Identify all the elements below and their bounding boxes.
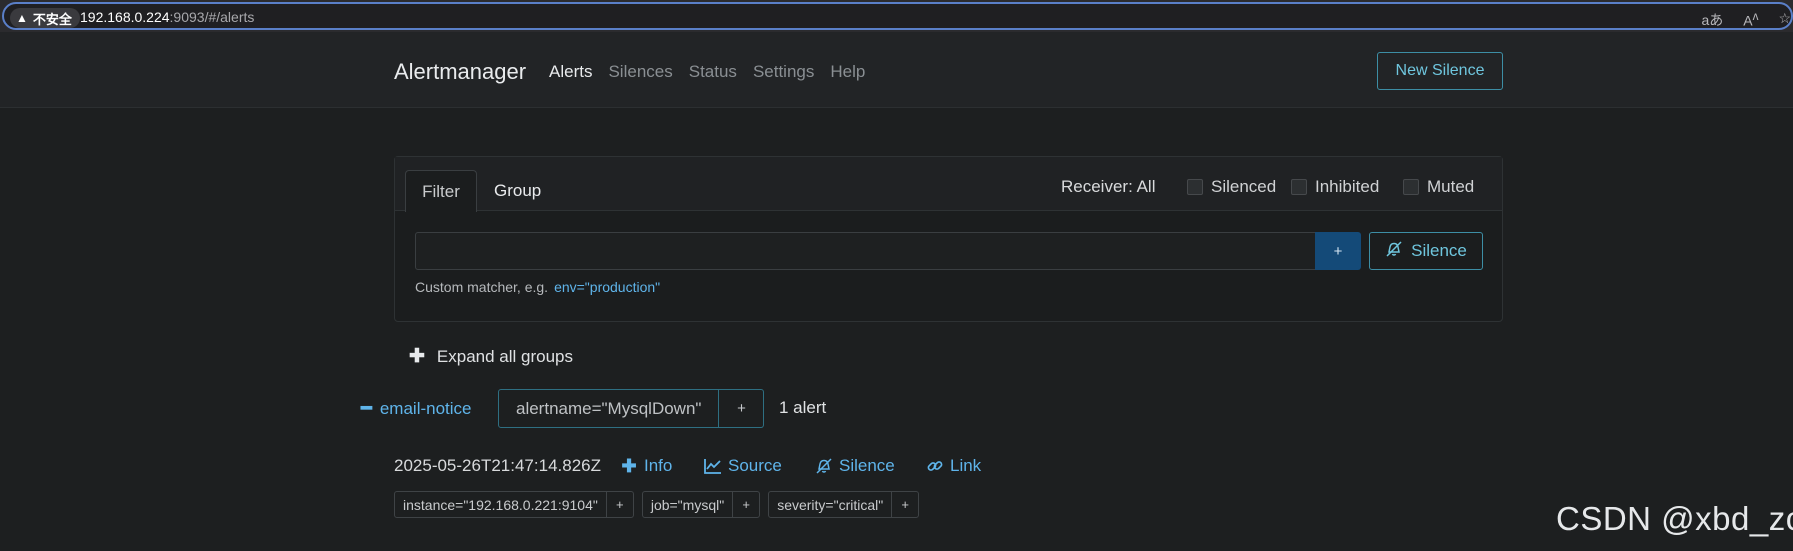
silenced-label: Silenced — [1211, 177, 1277, 196]
label-add-button[interactable]: + — [892, 492, 918, 517]
expand-all-groups[interactable]: ✚ Expand all groups — [409, 345, 573, 368]
bell-slash-icon — [1385, 240, 1403, 263]
nav-links: Alerts Silences Status Settings Help — [549, 62, 865, 82]
alert-silence-label: Silence — [839, 456, 895, 475]
hint-prefix: Custom matcher, e.g. — [415, 279, 549, 295]
alert-count: 1 alert — [779, 398, 827, 417]
receiver-selector[interactable]: Receiver: All — [1061, 177, 1155, 197]
alert-labels: instance="192.168.0.221:9104" + job="mys… — [394, 491, 920, 518]
matcher-hint: Custom matcher, e.g. env="production" — [415, 279, 660, 295]
warning-icon: ▲ — [16, 11, 28, 25]
plus-icon: ✚ — [621, 455, 637, 476]
checkbox-box[interactable] — [1291, 179, 1307, 195]
link-button[interactable]: Link — [926, 456, 981, 476]
chart-line-icon — [704, 457, 722, 475]
nav-alerts[interactable]: Alerts — [549, 62, 592, 82]
group-label-text[interactable]: alertname="MysqlDown" — [499, 390, 720, 427]
silence-button-label: Silence — [1411, 241, 1467, 260]
alert-silence-button[interactable]: Silence — [815, 456, 895, 476]
nav-settings[interactable]: Settings — [753, 62, 814, 82]
plus-icon: ✚ — [409, 346, 425, 367]
info-button[interactable]: ✚ Info — [620, 456, 672, 476]
link-icon — [926, 457, 944, 475]
expand-all-label: Expand all groups — [436, 346, 574, 366]
minus-icon: ━ — [361, 398, 372, 418]
url-path: :9093/#/alerts — [169, 9, 255, 25]
browser-address-bar: ▲ 不安全 192.168.0.224:9093/#/alerts aあ Aʌ … — [0, 0, 1793, 32]
silenced-checkbox[interactable]: Silenced — [1187, 177, 1276, 197]
url-host: 192.168.0.224 — [80, 9, 170, 25]
address-field[interactable]: ▲ 不安全 192.168.0.224:9093/#/alerts aあ Aʌ … — [2, 2, 1793, 30]
url-text[interactable]: 192.168.0.224:9093/#/alerts — [80, 9, 254, 25]
nav-status[interactable]: Status — [689, 62, 737, 82]
group-label-add-button[interactable]: + — [719, 390, 763, 427]
filter-card-header: Filter Group Receiver: All Silenced Inhi… — [395, 157, 1502, 212]
label-text[interactable]: instance="192.168.0.221:9104" — [395, 492, 607, 517]
inhibited-label: Inhibited — [1315, 177, 1380, 196]
source-label: Source — [728, 456, 782, 475]
add-matcher-button[interactable]: + — [1315, 232, 1361, 270]
info-label: Info — [644, 456, 673, 475]
nav-help[interactable]: Help — [830, 62, 865, 82]
checkbox-box[interactable] — [1187, 179, 1203, 195]
label-text[interactable]: severity="critical" — [769, 492, 893, 517]
insecure-label: 不安全 — [32, 11, 72, 27]
label-chip-severity: severity="critical" + — [768, 491, 920, 518]
bell-slash-icon — [815, 457, 833, 475]
label-text[interactable]: job="mysql" — [643, 492, 734, 517]
brand-title[interactable]: Alertmanager — [394, 59, 526, 85]
label-chip-instance: instance="192.168.0.221:9104" + — [394, 491, 634, 518]
alert-start-time: 2025-05-26T21:47:14.826Z — [394, 456, 601, 475]
muted-label: Muted — [1427, 177, 1475, 196]
text-size-icon[interactable]: Aʌ — [1743, 10, 1758, 30]
matcher-input[interactable] — [415, 232, 1321, 270]
silence-button[interactable]: Silence — [1369, 232, 1483, 270]
top-navbar: Alertmanager Alerts Silences Status Sett… — [0, 32, 1793, 108]
label-chip-job: job="mysql" + — [641, 491, 761, 518]
label-add-button[interactable]: + — [733, 492, 759, 517]
watermark: CSDN @xbd_zc — [1556, 500, 1793, 537]
nav-silences[interactable]: Silences — [608, 62, 672, 82]
hint-example[interactable]: env="production" — [554, 279, 660, 295]
checkbox-box[interactable] — [1403, 179, 1419, 195]
new-silence-button[interactable]: New Silence — [1377, 52, 1503, 90]
read-aloud-icon[interactable]: aあ — [1701, 10, 1723, 30]
group-collapse-toggle[interactable]: ━ email-notice — [361, 398, 472, 419]
favorite-icon[interactable]: ☆ — [1778, 10, 1791, 30]
tab-filter[interactable]: Filter — [405, 170, 477, 212]
tab-group[interactable]: Group — [494, 181, 541, 201]
group-receiver: email-notice — [379, 398, 472, 418]
link-label: Link — [950, 456, 982, 475]
insecure-badge[interactable]: ▲ 不安全 — [10, 8, 80, 28]
inhibited-checkbox[interactable]: Inhibited — [1291, 177, 1379, 197]
muted-checkbox[interactable]: Muted — [1403, 177, 1474, 197]
group-label-chip: alertname="MysqlDown" + — [498, 389, 765, 428]
label-add-button[interactable]: + — [607, 492, 633, 517]
source-button[interactable]: Source — [704, 456, 782, 476]
filter-card: Filter Group Receiver: All Silenced Inhi… — [394, 156, 1503, 322]
